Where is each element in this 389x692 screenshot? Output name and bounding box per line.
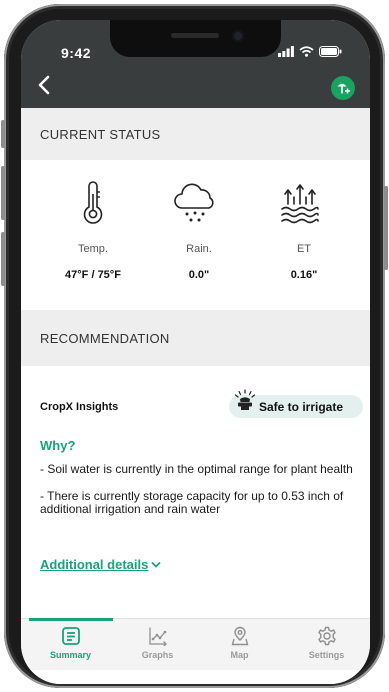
- back-chevron-icon[interactable]: [35, 74, 53, 96]
- why-heading: Why?: [40, 438, 76, 453]
- additional-details-label: Additional details: [40, 557, 149, 572]
- speaker-grille: [171, 33, 219, 38]
- app-screen: 9:42 CURRENT STATUS Temp. Rain. ET 47°F …: [21, 20, 370, 684]
- status-icons: [278, 46, 342, 57]
- temp-label: Temp.: [78, 243, 108, 255]
- tab-summary-label: Summary: [49, 650, 92, 660]
- tab-graphs[interactable]: Graphs: [114, 619, 201, 671]
- temp-value: 47°F / 75°F: [65, 269, 121, 281]
- current-status-header: CURRENT STATUS: [21, 108, 370, 160]
- bottom-tab-bar: Summary Graphs Map Settings: [21, 618, 370, 670]
- signal-icon: [278, 46, 294, 57]
- evapotranspiration-icon: [281, 184, 319, 224]
- rain-label: Rain.: [186, 243, 212, 255]
- et-metric: [242, 182, 358, 224]
- volume-up-button: [1, 166, 5, 220]
- recommendation-header: RECOMMENDATION: [21, 310, 370, 366]
- notch: [110, 20, 281, 57]
- additional-details-link[interactable]: Additional details: [40, 557, 161, 572]
- thermometer-icon: [83, 181, 103, 224]
- gear-icon: [317, 626, 336, 646]
- tab-settings-label: Settings: [308, 650, 345, 660]
- wifi-icon: [299, 46, 314, 57]
- reason-optimal-range: - Soil water is currently in the optimal…: [40, 462, 353, 476]
- tab-settings[interactable]: Settings: [283, 619, 370, 671]
- et-label: ET: [296, 243, 312, 255]
- rain-cloud-icon: [174, 183, 214, 222]
- map-pin-icon: [231, 626, 248, 646]
- tab-map[interactable]: Map: [196, 619, 283, 671]
- rain-value: 0.0": [188, 269, 210, 281]
- badge-label: Safe to irrigate: [259, 399, 344, 414]
- status-time: 9:42: [61, 45, 92, 61]
- rain-metric: [137, 183, 253, 223]
- reason-storage-capacity: - There is currently storage capacity fo…: [40, 489, 344, 516]
- tab-map-label: Map: [230, 650, 249, 660]
- battery-icon: [319, 46, 342, 57]
- et-value: 0.16": [290, 269, 318, 281]
- summary-icon: [61, 627, 80, 645]
- graph-icon: [148, 627, 167, 646]
- power-button: [384, 186, 388, 270]
- mute-switch: [1, 120, 5, 148]
- app-header: 9:42: [21, 20, 370, 108]
- cropx-insights-title: CropX Insights: [40, 401, 119, 413]
- temp-metric: [35, 180, 151, 224]
- sprinkler-icon: [234, 389, 256, 410]
- tab-graphs-label: Graphs: [141, 650, 174, 660]
- volume-down-button: [1, 232, 5, 286]
- home-area: [21, 670, 370, 684]
- irrigation-status-badge: Safe to irrigate: [229, 389, 363, 418]
- add-sensor-button[interactable]: [331, 76, 355, 100]
- sensor-plus-icon: [337, 83, 350, 94]
- front-camera: [232, 30, 244, 42]
- tab-summary[interactable]: Summary: [27, 619, 114, 671]
- chevron-down-icon: [151, 561, 161, 568]
